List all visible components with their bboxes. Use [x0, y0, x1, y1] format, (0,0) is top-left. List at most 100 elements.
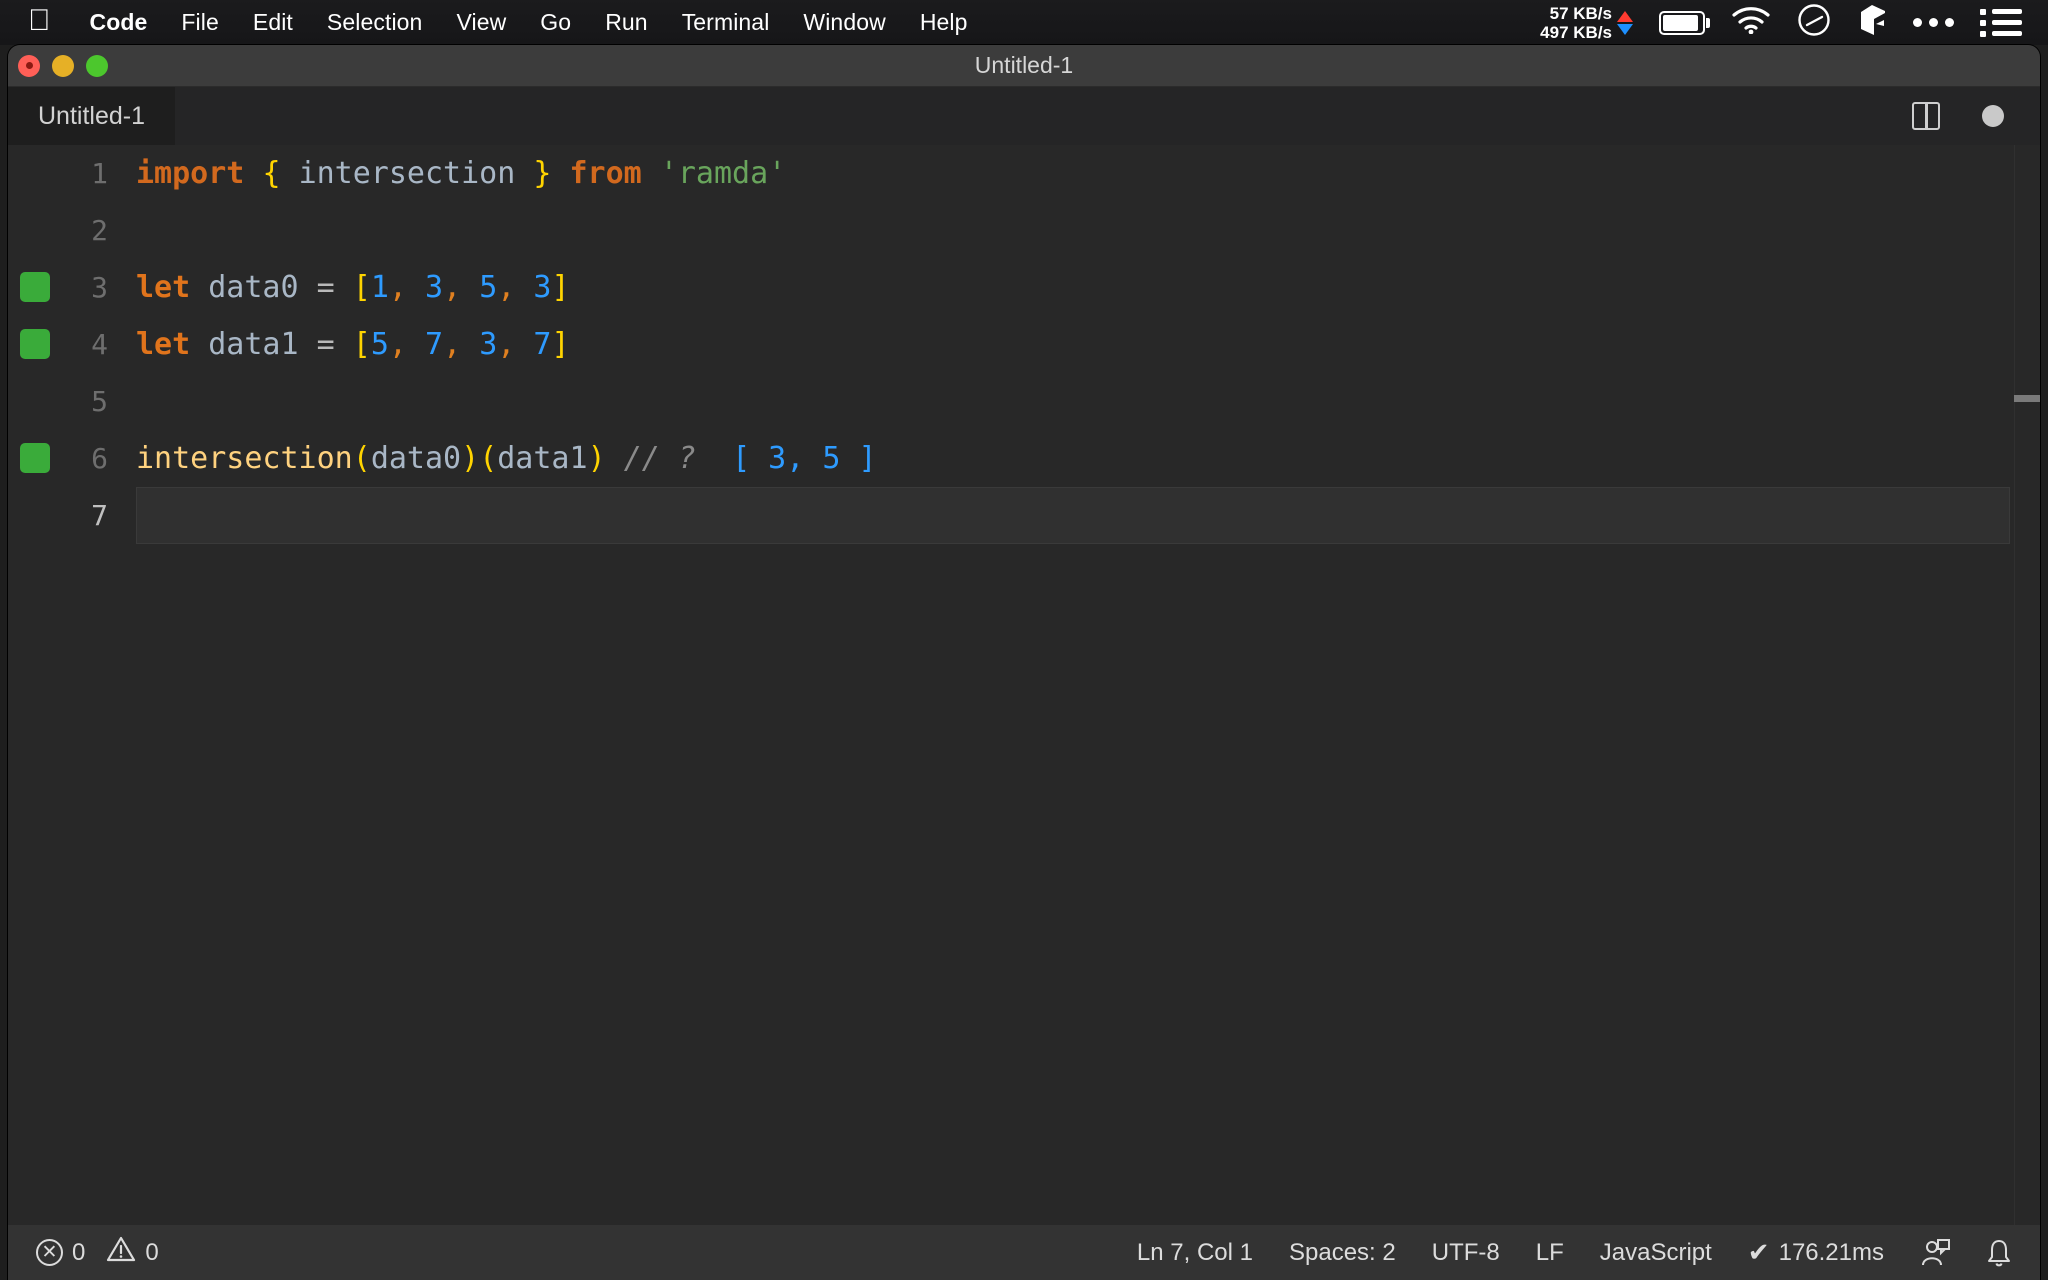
zoom-window-button[interactable] — [86, 54, 108, 77]
download-arrow-icon — [1617, 23, 1633, 35]
line-number: 2 — [91, 214, 108, 247]
status-bar: ✕ 0 0 Ln 7, Col 1 Spaces: 2 UTF-8 LF Jav… — [8, 1225, 2040, 1280]
minimize-window-button[interactable] — [52, 54, 74, 77]
status-bar-left: ✕ 0 0 — [8, 1235, 159, 1270]
quokka-runtime[interactable]: ✔ 176.21ms — [1748, 1237, 1884, 1268]
split-editor-icon[interactable] — [1912, 102, 1940, 130]
language-mode[interactable]: JavaScript — [1600, 1239, 1712, 1267]
code-token: [ — [352, 270, 371, 305]
editor-line[interactable]: 6 intersection(data0)(data1) // ? [ 3, 5 … — [8, 430, 2040, 487]
cube-icon[interactable] — [1857, 3, 1887, 42]
wifi-icon[interactable] — [1731, 6, 1771, 39]
cursor-position[interactable]: Ln 7, Col 1 — [1137, 1239, 1253, 1267]
editor-line[interactable]: 1 import { intersection } from 'ramda' — [8, 145, 2040, 202]
code-token: data0 — [370, 441, 462, 476]
window-title: Untitled-1 — [974, 52, 1074, 78]
eol-setting[interactable]: LF — [1536, 1239, 1564, 1267]
macos-menu-bar:  Code File Edit Selection View Go Run T… — [0, 0, 2048, 45]
editor-line[interactable]: 4 let data1 = [5, 7, 3, 7] — [8, 316, 2040, 373]
line-content[interactable] — [136, 202, 2010, 259]
code-token: data1 — [497, 441, 588, 476]
close-window-button[interactable] — [18, 54, 40, 77]
menu-item-file[interactable]: File — [164, 9, 235, 36]
tab-untitled-1[interactable]: Untitled-1 — [8, 87, 175, 145]
line-content[interactable]: let data0 = [1, 3, 5, 3] — [136, 259, 2010, 316]
code-token: , — [443, 270, 462, 305]
code-token: 5 — [479, 270, 498, 305]
encoding-setting[interactable]: UTF-8 — [1432, 1239, 1500, 1267]
gauge-icon[interactable] — [1797, 3, 1831, 42]
menu-item-terminal[interactable]: Terminal — [665, 9, 787, 36]
menu-item-code[interactable]: Code — [73, 9, 165, 36]
code-token: } — [533, 156, 552, 191]
warning-icon — [106, 1235, 136, 1270]
line-content[interactable]: import { intersection } from 'ramda' — [136, 145, 2010, 202]
overview-ruler[interactable] — [2014, 145, 2040, 1225]
menu-item-run[interactable]: Run — [588, 9, 665, 36]
code-token: = — [316, 327, 335, 362]
quokka-time-value: 176.21ms — [1778, 1238, 1884, 1266]
code-token: , — [497, 327, 516, 362]
code-token: import — [136, 156, 245, 191]
status-bar-right: Ln 7, Col 1 Spaces: 2 UTF-8 LF JavaScrip… — [1137, 1237, 2040, 1268]
code-token: data0 — [208, 270, 299, 305]
network-speed-indicator[interactable]: 57 KB/s 497 KB/s — [1540, 4, 1633, 42]
feedback-icon[interactable] — [1920, 1238, 1950, 1268]
line-content[interactable] — [136, 487, 2010, 544]
line-content[interactable]: intersection(data0)(data1) // ? [ 3, 5 ] — [136, 430, 2010, 487]
problems-indicator[interactable]: ✕ 0 0 — [36, 1235, 159, 1270]
menu-item-selection[interactable]: Selection — [310, 9, 440, 36]
line-content[interactable] — [136, 373, 2010, 430]
apple-menu-icon[interactable]:  — [28, 5, 51, 36]
code-token: [ 3, 5 ] — [732, 441, 877, 476]
bell-icon[interactable] — [1986, 1238, 2012, 1268]
menu-item-edit[interactable]: Edit — [236, 9, 310, 36]
check-icon: ✔ — [1747, 1237, 1770, 1267]
indentation-setting[interactable]: Spaces: 2 — [1289, 1239, 1396, 1267]
ellipsis-icon[interactable] — [1913, 18, 1954, 27]
editor-tab-actions — [1912, 102, 2040, 130]
code-token: , — [497, 270, 516, 305]
line-content[interactable]: let data1 = [5, 7, 3, 7] — [136, 316, 2010, 373]
code-token: 5 — [370, 327, 389, 362]
window-traffic-lights — [18, 54, 108, 77]
editor-line[interactable]: 2 — [8, 202, 2040, 259]
code-token: intersection — [136, 441, 353, 476]
menu-item-go[interactable]: Go — [523, 9, 588, 36]
editor-lines-container: 1 import { intersection } from 'ramda' 2 3 l… — [8, 145, 2040, 544]
menu-item-help[interactable]: Help — [903, 9, 985, 36]
code-editor[interactable]: 1 import { intersection } from 'ramda' 2 3 l… — [8, 145, 2040, 1225]
code-token: // ? — [623, 441, 696, 476]
editor-line[interactable]: 7 — [8, 487, 2040, 544]
code-token: , — [388, 270, 407, 305]
menu-item-window[interactable]: Window — [786, 9, 902, 36]
error-icon: ✕ — [36, 1239, 63, 1266]
code-token: { — [262, 156, 281, 191]
code-token: 7 — [533, 327, 552, 362]
code-token: 'ramda' — [659, 156, 787, 191]
quokka-live-marker — [20, 272, 50, 302]
control-center-icon[interactable] — [1980, 8, 2022, 37]
unsaved-dot-icon[interactable] — [1982, 105, 2004, 127]
menu-bar-status-area: 57 KB/s 497 KB/s — [1540, 3, 2048, 42]
editor-line[interactable]: 3 let data0 = [1, 3, 5, 3] — [8, 259, 2040, 316]
battery-icon[interactable] — [1659, 10, 1710, 35]
line-number: 7 — [91, 499, 108, 532]
code-token: ] — [551, 327, 570, 362]
code-token: 3 — [479, 327, 498, 362]
line-number: 1 — [91, 157, 108, 190]
network-upload-speed: 57 KB/s — [1549, 3, 1612, 23]
editor-line[interactable]: 5 — [8, 373, 2040, 430]
code-token: ( — [352, 441, 371, 476]
code-token: data1 — [208, 327, 299, 362]
menu-item-view[interactable]: View — [439, 9, 523, 36]
code-token: , — [388, 327, 407, 362]
